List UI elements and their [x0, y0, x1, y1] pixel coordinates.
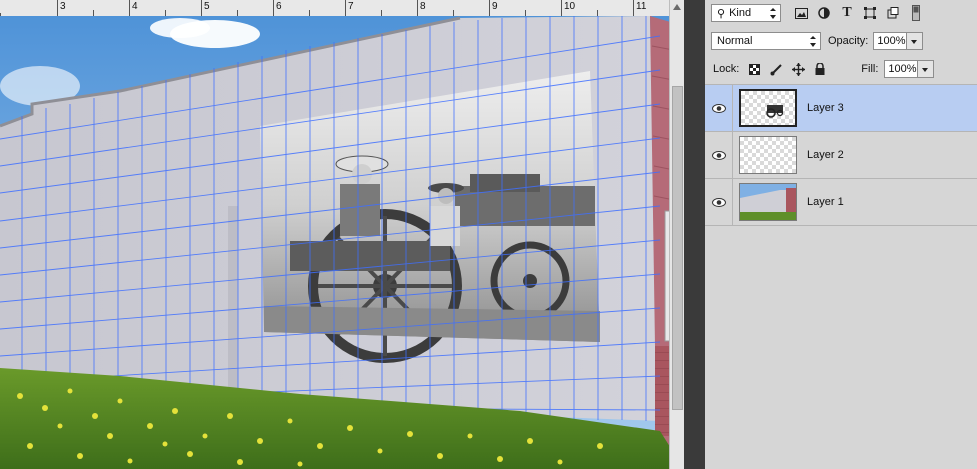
- layer-filter-kind-select[interactable]: ⚲ Kind: [711, 4, 781, 22]
- opacity-input[interactable]: 100%: [873, 32, 908, 50]
- layer-name[interactable]: Layer 2: [807, 149, 844, 161]
- blend-mode-value: Normal: [717, 35, 753, 47]
- type-layer-filter-icon[interactable]: T: [839, 5, 855, 21]
- ruler-number: 6: [276, 1, 282, 12]
- layer-3-thumbnail: [739, 89, 797, 127]
- opacity-label: Opacity:: [828, 35, 869, 47]
- layer-name[interactable]: Layer 1: [807, 196, 844, 208]
- panel-gutter: [684, 0, 700, 469]
- filter-toggle-switch[interactable]: [908, 5, 924, 21]
- blend-mode-select[interactable]: Normal: [711, 32, 821, 50]
- layer-2-thumbnail: [739, 136, 797, 174]
- wall-photo-with-warp-grid: [0, 16, 684, 469]
- lock-image-pixels-icon[interactable]: [769, 62, 783, 76]
- layer-1-thumbnail: [739, 183, 797, 221]
- layer-name[interactable]: Layer 3: [807, 102, 844, 114]
- layer-row-layer-3[interactable]: Layer 3: [705, 85, 977, 132]
- layers-panel: ⚲ Kind T Normal Opacity: 100% Lock: Fill…: [700, 0, 977, 469]
- search-icon: ⚲: [717, 7, 726, 20]
- lock-label: Lock:: [713, 63, 740, 75]
- fill-label: Fill:: [861, 63, 879, 75]
- lock-position-icon[interactable]: [791, 62, 805, 76]
- ruler-number: 3: [60, 1, 66, 12]
- ruler-number: 8: [420, 1, 426, 12]
- ruler-number: 4: [132, 1, 138, 12]
- fill-input[interactable]: 100%: [884, 60, 919, 78]
- lock-all-icon[interactable]: [813, 62, 827, 76]
- scroll-up-arrow[interactable]: [673, 4, 681, 10]
- ruler-number: 5: [204, 1, 210, 12]
- filter-kind-label: Kind: [729, 7, 752, 19]
- ruler-number: 11: [636, 1, 647, 12]
- adjustment-layer-filter-icon[interactable]: [816, 5, 832, 21]
- ruler-number: 10: [564, 1, 576, 12]
- lock-transparent-pixels-icon[interactable]: [747, 62, 761, 76]
- scrollbar-thumb[interactable]: [672, 86, 683, 410]
- fill-dropdown-button[interactable]: [918, 60, 935, 78]
- smart-object-filter-icon[interactable]: [885, 5, 901, 21]
- layer-row-layer-1[interactable]: Layer 1: [705, 179, 977, 226]
- layer-list: Layer 3 Layer 2 Layer 1: [705, 84, 977, 226]
- visibility-eye-icon[interactable]: [705, 85, 733, 131]
- opacity-dropdown-button[interactable]: [907, 32, 924, 50]
- vertical-scrollbar[interactable]: [669, 0, 684, 469]
- ruler-number: 7: [348, 1, 354, 12]
- ruler-number: 9: [492, 1, 498, 12]
- visibility-eye-icon[interactable]: [705, 132, 733, 178]
- document-canvas[interactable]: 3 4 5 6 7 8 9 10 11: [0, 0, 700, 469]
- visibility-eye-icon[interactable]: [705, 179, 733, 225]
- pixel-layer-filter-icon[interactable]: [793, 5, 809, 21]
- layer-row-layer-2[interactable]: Layer 2: [705, 132, 977, 179]
- shape-layer-filter-icon[interactable]: [862, 5, 878, 21]
- horizontal-ruler: 3 4 5 6 7 8 9 10 11: [0, 0, 684, 17]
